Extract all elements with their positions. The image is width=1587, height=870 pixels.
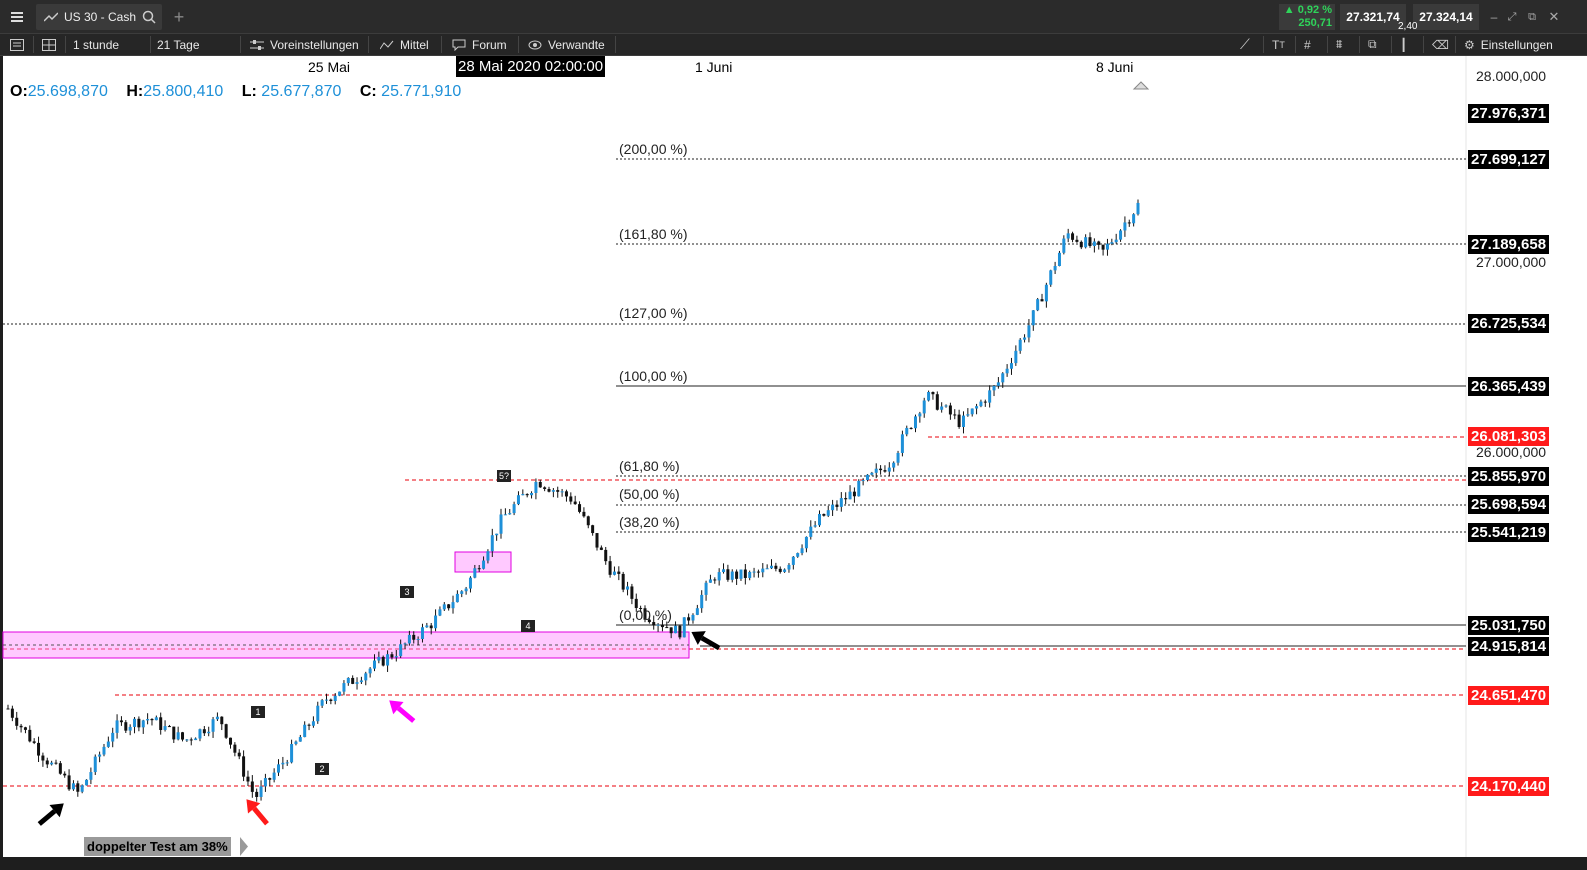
date-label-1-juni: 1 Juni xyxy=(695,59,733,75)
close-value: 25.771,910 xyxy=(381,83,462,100)
fib-label-382: (38,20 %) xyxy=(619,514,680,530)
chat-bubble-icon xyxy=(452,39,466,51)
level-tag-0: 25.031,750 xyxy=(1468,616,1550,635)
chart-toolbar: 1 stunde 21 Tage Voreinstellungen Mittel… xyxy=(0,34,1587,56)
level-tag-50: 25.698,594 xyxy=(1468,495,1550,514)
high-label: H: xyxy=(126,83,144,100)
crosshair-date-tag: 28 Mai 2020 02:00:00 xyxy=(456,56,606,77)
related-button[interactable]: Verwandte xyxy=(528,34,605,55)
level-tag-red-24170: 24.170,440 xyxy=(1468,777,1550,796)
candle-type-icon[interactable]: ┃ xyxy=(1400,34,1407,55)
wave-marker-3: 3 xyxy=(400,586,414,598)
fib-label-127: (127,00 %) xyxy=(619,305,688,321)
ask-price[interactable]: 27.324,14 xyxy=(1413,4,1479,30)
fib-label-200: (200,00 %) xyxy=(619,141,688,157)
axis-price-26000: 26.000,000 xyxy=(1476,444,1547,460)
up-arrow-icon: ▲ xyxy=(1283,4,1295,16)
bid-price[interactable]: 27.321,74 xyxy=(1340,4,1406,30)
axis-price-27000: 27.000,000 xyxy=(1476,254,1547,270)
search-icon[interactable] xyxy=(142,10,156,24)
forum-button[interactable]: Forum xyxy=(452,34,507,55)
fib-label-50: (50,00 %) xyxy=(619,486,680,502)
minimize-icon[interactable]: – xyxy=(1486,5,1502,29)
level-tag-red-24651: 24.651,470 xyxy=(1468,686,1550,705)
indicator-label: Mittel xyxy=(400,37,429,52)
level-tag-100: 26.365,439 xyxy=(1468,377,1550,396)
spread-value: 2,40 xyxy=(1398,21,1418,32)
indicator-icon xyxy=(380,40,394,49)
fib-label-618: (61,80 %) xyxy=(619,458,680,474)
menu-icon[interactable] xyxy=(6,5,28,29)
gear-icon: ⚙ xyxy=(1464,37,1475,52)
indicator-button[interactable]: Mittel xyxy=(380,34,429,55)
open-label: O: xyxy=(10,83,28,100)
chart-area[interactable] xyxy=(3,56,1587,857)
date-label-25-mai: 25 Mai xyxy=(308,59,351,75)
level-tag-382: 25.541,219 xyxy=(1468,523,1550,542)
fib-label-0: (0,00 %) xyxy=(619,607,672,623)
presets-label: Voreinstellungen xyxy=(270,37,359,52)
wave-marker-2: 2 xyxy=(315,763,329,775)
high-value: 25.800,410 xyxy=(143,83,224,100)
open-value: 25.698,870 xyxy=(27,83,108,100)
text-tool-icon[interactable]: TT xyxy=(1272,34,1285,55)
popout-icon[interactable]: ⧉ xyxy=(1524,5,1540,29)
level-tag-200: 27.699,127 xyxy=(1468,150,1550,169)
range-select[interactable]: 21 Tage xyxy=(157,34,200,55)
axis-price-28000: 28.000,000 xyxy=(1476,68,1547,84)
eraser-icon[interactable]: ⌫ xyxy=(1432,34,1449,55)
wave-marker-5: 5? xyxy=(497,470,511,482)
close-label: C: xyxy=(359,83,377,100)
top-bar: US 30 - Cash + ▲ 0,92 % 250,71 27.321,74… xyxy=(0,0,1587,34)
layout-grid-icon[interactable] xyxy=(42,34,56,55)
low-value: 25.677,870 xyxy=(261,83,342,100)
fib-label-100: (100,00 %) xyxy=(619,368,688,384)
level-tag-161: 27.189,658 xyxy=(1468,235,1550,254)
wave-marker-1: 1 xyxy=(251,706,265,718)
fib-label-161: (161,80 %) xyxy=(619,226,688,242)
annotation-note: doppelter Test am 38% xyxy=(84,837,231,856)
current-price-tag: 27.976,371 xyxy=(1468,104,1550,123)
settings-label: Einstellungen xyxy=(1480,37,1553,52)
note-pointer-icon xyxy=(240,837,248,856)
wave-marker-4: 4 xyxy=(521,620,535,632)
chart-line-icon xyxy=(44,12,58,22)
level-tag-127: 26.725,534 xyxy=(1468,314,1550,333)
change-box: ▲ 0,92 % 250,71 xyxy=(1279,4,1335,30)
close-icon[interactable]: ✕ xyxy=(1546,5,1562,29)
level-tag-24915: 24.915,814 xyxy=(1468,637,1550,656)
related-label: Verwandte xyxy=(548,37,605,52)
forum-label: Forum xyxy=(472,37,507,52)
change-abs: 250,71 xyxy=(1298,17,1332,29)
ohlc-readout: O:25.698,870 H:25.800,410 L: 25.677,870 … xyxy=(10,83,461,101)
instrument-tab[interactable]: US 30 - Cash xyxy=(36,4,162,30)
fibonacci-tool-icon[interactable]: ⩩ xyxy=(1336,34,1342,55)
draw-line-icon[interactable]: ⟋ xyxy=(1240,34,1250,55)
settings-button[interactable]: ⚙ Einstellungen xyxy=(1464,34,1553,55)
sidebar-toggle-icon[interactable] xyxy=(10,34,24,55)
tab-title: US 30 - Cash xyxy=(64,10,137,24)
expand-icon[interactable]: ⤢ xyxy=(1504,5,1520,29)
low-label: L: xyxy=(241,83,257,100)
sliders-icon xyxy=(250,39,264,50)
add-tab-icon[interactable]: + xyxy=(170,5,188,29)
timeframe-select[interactable]: 1 stunde xyxy=(73,34,119,55)
eye-icon xyxy=(528,40,542,49)
layers-icon[interactable]: ⧉ xyxy=(1368,34,1377,55)
date-label-8-juni: 8 Juni xyxy=(1096,59,1134,75)
presets-button[interactable]: Voreinstellungen xyxy=(250,34,359,55)
level-tag-618: 25.855,970 xyxy=(1468,467,1550,486)
change-pct: 0,92 % xyxy=(1297,4,1332,16)
grid-tool-icon[interactable]: # xyxy=(1304,34,1311,55)
